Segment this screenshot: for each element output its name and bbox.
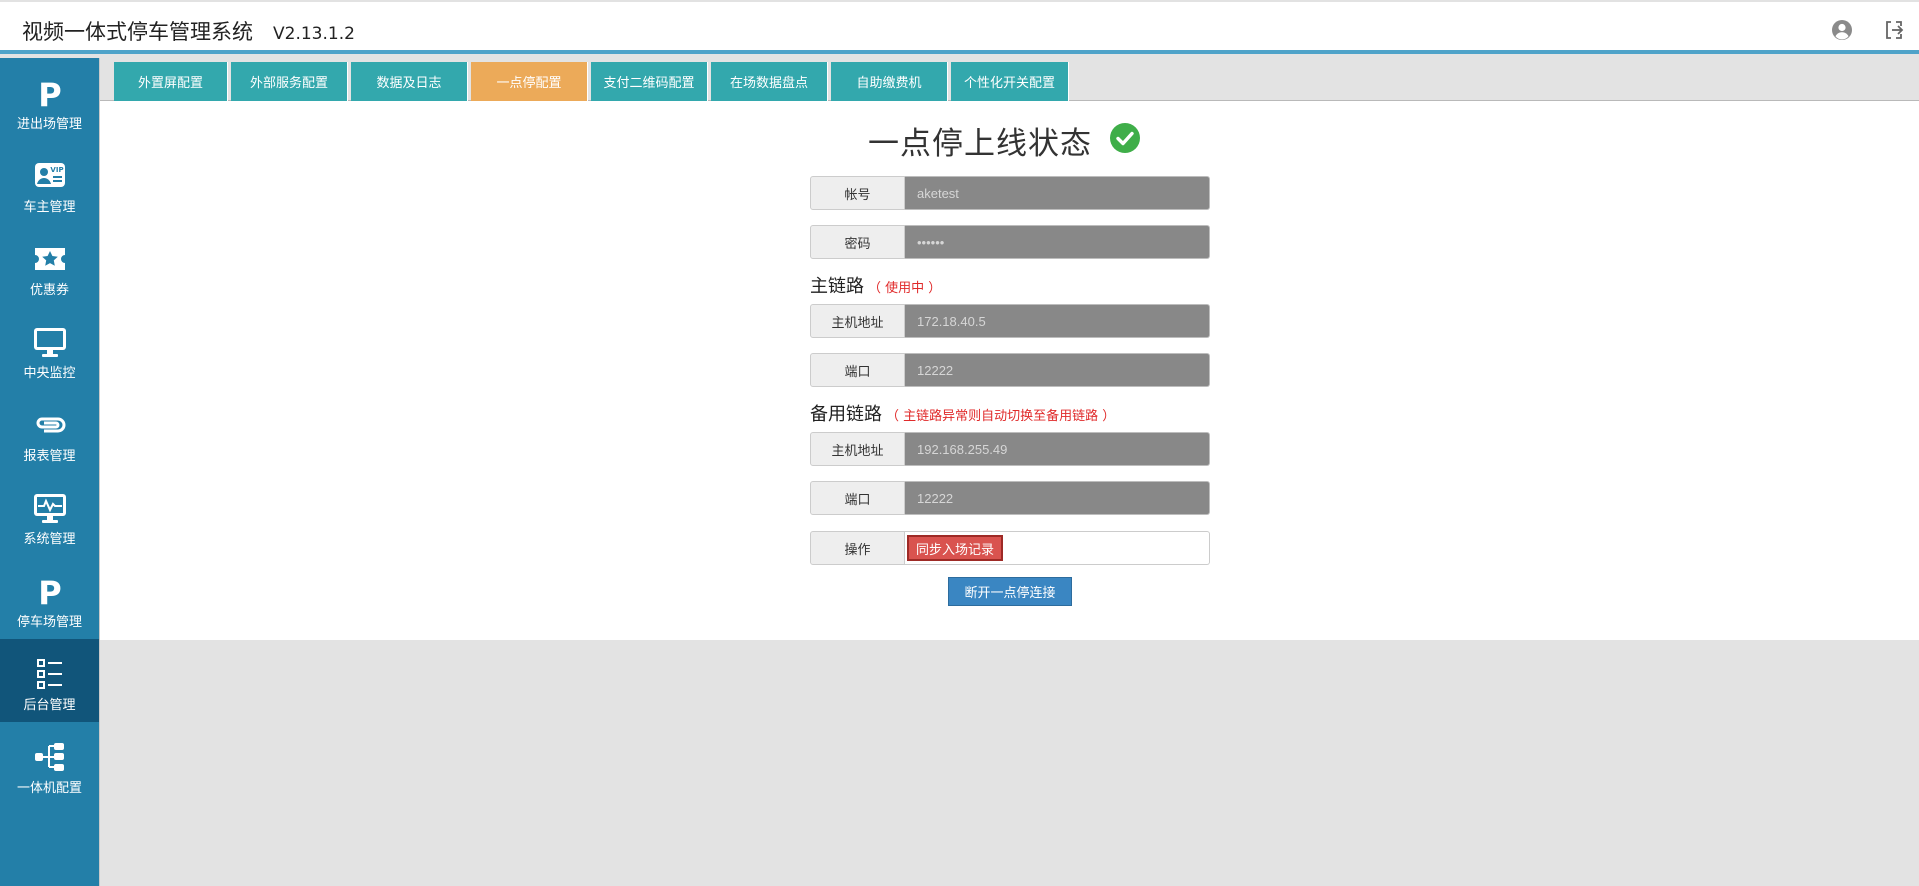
primary-host-label: 主机地址 bbox=[810, 304, 905, 338]
sidebar-item-backend[interactable]: 后台管理 bbox=[0, 639, 99, 722]
account-field: 帐号 bbox=[810, 176, 1210, 210]
list-icon bbox=[30, 657, 70, 691]
sidebar-item-reports[interactable]: 报表管理 bbox=[0, 390, 99, 473]
primary-link-title: 主链路 （ 使用中 ） bbox=[810, 272, 941, 298]
app-title-text: 视频一体式停车管理系统 bbox=[22, 20, 253, 44]
system-monitor-icon bbox=[30, 491, 70, 525]
tab-payment-qr[interactable]: 支付二维码配置 bbox=[591, 62, 708, 101]
sidebar-item-label: 中央监控 bbox=[23, 366, 76, 381]
password-field: 密码 bbox=[810, 225, 1210, 259]
password-label: 密码 bbox=[810, 225, 905, 259]
sidebar-item-label: 优惠券 bbox=[29, 283, 69, 298]
sidebar-item-central-monitor[interactable]: 中央监控 bbox=[0, 307, 99, 390]
sidebar-item-system[interactable]: 系统管理 bbox=[0, 473, 99, 556]
primary-host-field: 主机地址 bbox=[810, 304, 1210, 338]
backup-host-input[interactable] bbox=[905, 432, 1210, 466]
sidebar-item-label: 停车场管理 bbox=[16, 615, 82, 630]
tab-external-services[interactable]: 外部服务配置 bbox=[231, 62, 348, 101]
password-input[interactable] bbox=[905, 225, 1210, 259]
operation-actions: 同步入场记录 bbox=[905, 531, 1210, 565]
primary-link-status: （ 使用中 ） bbox=[868, 281, 942, 296]
tab-onsite-inventory[interactable]: 在场数据盘点 bbox=[711, 62, 828, 101]
tab-data-logs[interactable]: 数据及日志 bbox=[351, 62, 468, 101]
sidebar: P 进出场管理 VIP 车主管理 优惠券 中央监控 报表管理 系统管理 P 停车… bbox=[0, 58, 100, 886]
parking-p-icon: P bbox=[30, 574, 70, 608]
parking-p-icon: P bbox=[30, 76, 70, 110]
primary-host-input[interactable] bbox=[905, 304, 1210, 338]
monitor-icon bbox=[30, 325, 70, 359]
svg-text:P: P bbox=[38, 574, 61, 608]
tab-yidianting[interactable]: 一点停配置 bbox=[471, 62, 588, 101]
backup-port-label: 端口 bbox=[810, 481, 905, 515]
status-title: 一点停上线状态 bbox=[868, 126, 1092, 162]
backup-port-field: 端口 bbox=[810, 481, 1210, 515]
sidebar-item-label: 车主管理 bbox=[23, 200, 76, 215]
sidebar-item-entry-exit[interactable]: P 进出场管理 bbox=[0, 58, 99, 141]
backup-link-note: （ 主链路异常则自动切换至备用链路 ） bbox=[886, 409, 1116, 424]
sidebar-item-label: 系统管理 bbox=[23, 532, 76, 547]
vip-card-icon: VIP bbox=[30, 159, 70, 193]
config-tabbar: 外置屏配置 外部服务配置 数据及日志 一点停配置 支付二维码配置 在场数据盘点 … bbox=[100, 58, 1919, 101]
sidebar-item-device-config[interactable]: 一体机配置 bbox=[0, 722, 99, 805]
sidebar-item-label: 进出场管理 bbox=[16, 117, 82, 132]
primary-port-field: 端口 bbox=[810, 353, 1210, 387]
backup-host-label: 主机地址 bbox=[810, 432, 905, 466]
backup-port-input[interactable] bbox=[905, 481, 1210, 515]
sync-entry-records-button[interactable]: 同步入场记录 bbox=[907, 535, 1004, 561]
disconnect-button[interactable]: 断开一点停连接 bbox=[948, 577, 1072, 606]
logout-icon[interactable] bbox=[1882, 18, 1906, 42]
check-circle-icon bbox=[1110, 123, 1140, 153]
primary-link-label: 主链路 bbox=[810, 276, 864, 297]
svg-text:P: P bbox=[38, 76, 61, 110]
backup-host-field: 主机地址 bbox=[810, 432, 1210, 466]
operation-field: 操作 同步入场记录 bbox=[810, 531, 1210, 565]
app-header: 视频一体式停车管理系统 V2.13.1.2 bbox=[0, 0, 1919, 54]
sidebar-item-parking-lot[interactable]: P 停车场管理 bbox=[0, 556, 99, 639]
backup-link-label: 备用链路 bbox=[810, 404, 882, 425]
tab-personalization[interactable]: 个性化开关配置 bbox=[951, 62, 1069, 101]
backup-link-title: 备用链路 （ 主链路异常则自动切换至备用链路 ） bbox=[810, 400, 1115, 426]
sitemap-icon bbox=[30, 740, 70, 774]
sidebar-item-label: 后台管理 bbox=[23, 698, 76, 713]
sidebar-item-coupons[interactable]: 优惠券 bbox=[0, 224, 99, 307]
app-title: 视频一体式停车管理系统 V2.13.1.2 bbox=[22, 16, 355, 46]
coupon-ticket-icon bbox=[30, 242, 70, 276]
account-input[interactable] bbox=[905, 176, 1210, 210]
sidebar-item-label: 报表管理 bbox=[23, 449, 76, 464]
user-circle-icon[interactable] bbox=[1830, 18, 1854, 42]
account-label: 帐号 bbox=[810, 176, 905, 210]
primary-port-input[interactable] bbox=[905, 353, 1210, 387]
paperclip-icon bbox=[30, 408, 70, 442]
tab-self-payment[interactable]: 自助缴费机 bbox=[831, 62, 948, 101]
primary-port-label: 端口 bbox=[810, 353, 905, 387]
sidebar-item-label: 一体机配置 bbox=[16, 781, 82, 796]
operation-label: 操作 bbox=[810, 531, 905, 565]
tab-external-screen[interactable]: 外置屏配置 bbox=[114, 62, 228, 101]
svg-text:VIP: VIP bbox=[50, 166, 63, 174]
app-version: V2.13.1.2 bbox=[273, 24, 355, 44]
sidebar-item-owners[interactable]: VIP 车主管理 bbox=[0, 141, 99, 224]
